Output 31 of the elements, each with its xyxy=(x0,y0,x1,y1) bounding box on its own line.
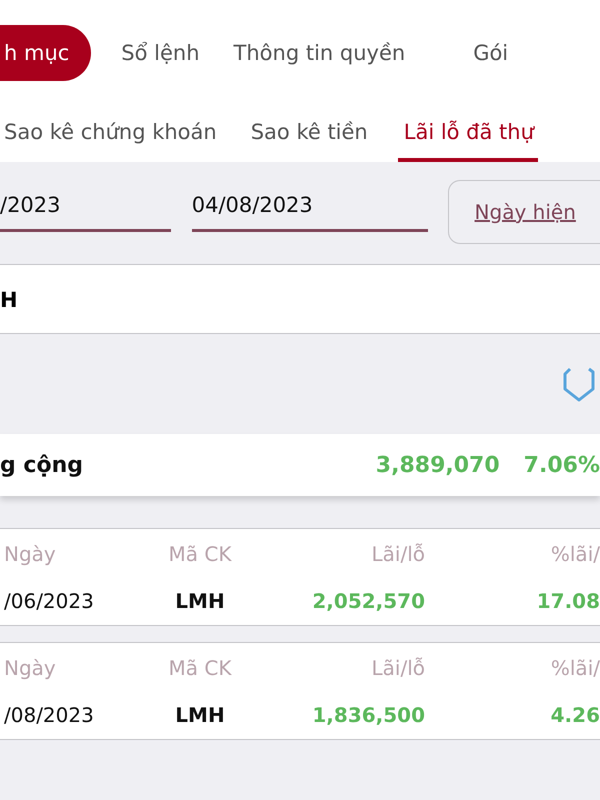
tab[interactable]: Gói xyxy=(469,25,512,81)
column-label: %lãi/ xyxy=(550,542,600,566)
symbol-text: LMH xyxy=(175,589,225,613)
percent-text: 17.08 xyxy=(536,589,600,613)
summary-profit: 3,889,070 xyxy=(376,452,500,478)
percent-text: 4.26 xyxy=(550,703,600,727)
tab[interactable]: Thông tin quyền xyxy=(230,25,410,81)
summary-percent: 7.06% xyxy=(524,452,600,478)
tab[interactable]: Lãi lỗ đã thự xyxy=(398,106,538,162)
tab[interactable]: Sổ lệnh xyxy=(117,25,204,81)
column-label: Lãi/lỗ xyxy=(372,542,425,566)
tab[interactable]: Sao kê tiền xyxy=(246,106,372,162)
today-button[interactable]: Ngày hiện xyxy=(448,180,600,244)
column-label: Ngày xyxy=(3,656,57,680)
shield-icon[interactable] xyxy=(562,365,596,403)
symbol-text: LMH xyxy=(175,703,225,727)
date-text: /08/2023 xyxy=(3,703,95,727)
column-label: Ngày xyxy=(3,542,57,566)
column-label: Mã CK xyxy=(168,542,232,566)
column-label: Mã CK xyxy=(168,656,232,680)
tab[interactable]: Sao kê chứng khoán xyxy=(0,106,221,162)
column-label: Lãi/lỗ xyxy=(372,656,425,680)
symbol-field[interactable]: H xyxy=(0,264,600,334)
date-text: /06/2023 xyxy=(3,589,95,613)
profit-text: 2,052,570 xyxy=(312,589,425,613)
column-label: %lãi/ xyxy=(550,656,600,680)
date-field[interactable]: 04/08/2023 xyxy=(192,180,428,232)
profit-text: 1,836,500 xyxy=(312,703,425,727)
date-field[interactable]: /2023 xyxy=(0,180,171,232)
summary-label: g cộng xyxy=(0,452,84,478)
tab[interactable]: h mục xyxy=(0,25,92,81)
